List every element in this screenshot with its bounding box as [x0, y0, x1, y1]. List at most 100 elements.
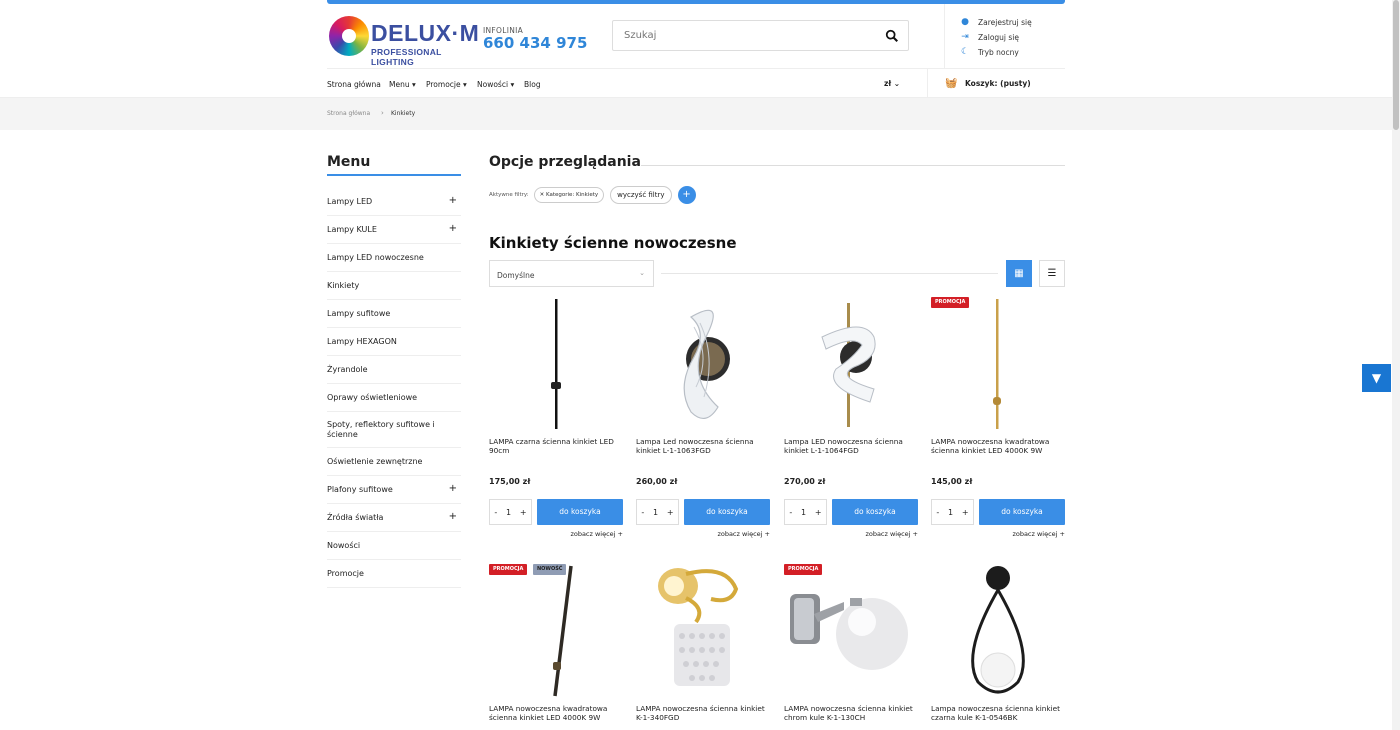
sort-value: Domyślne [497, 271, 535, 280]
qty-value[interactable]: 1 [801, 508, 806, 517]
breadcrumb-home[interactable]: Strona główna [327, 110, 370, 117]
product-price: 175,00 zł [489, 477, 531, 486]
qty-minus-button[interactable]: - [789, 508, 792, 517]
add-to-cart-button[interactable]: do koszyka [684, 499, 770, 525]
product-name[interactable]: LAMPA nowoczesna ścienna kinkiet K-1-340… [636, 704, 770, 722]
sidebar-item-lampy-sufitowe[interactable]: Lampy sufitowe [327, 300, 461, 328]
cart-button[interactable]: 🧺 Koszyk: (pusty) [927, 69, 1065, 97]
add-to-cart-button[interactable]: do koszyka [979, 499, 1065, 525]
scrollbar[interactable] [1392, 0, 1400, 730]
qty-minus-button[interactable]: - [494, 508, 497, 517]
divider [661, 273, 998, 274]
qty-value[interactable]: 1 [948, 508, 953, 517]
product-name[interactable]: Lampa Led nowoczesna ścienna kinkiet L-1… [636, 437, 770, 455]
product-name[interactable]: LAMPA czarna ścienna kinkiet LED 90cm [489, 437, 623, 455]
chevron-down-icon: ⌄ [639, 269, 645, 277]
sidebar-item-lampy-led[interactable]: Lampy LED + [327, 188, 461, 216]
qty-value[interactable]: 1 [653, 508, 658, 517]
logo[interactable]: DELUX·M PROFESSIONAL LIGHTING [327, 16, 479, 67]
product-name[interactable]: LAMPA nowoczesna kwadratowa ścienna kink… [489, 704, 623, 722]
sort-select[interactable]: Domyślne ⌄ [489, 260, 654, 287]
add-filter-button[interactable]: + [677, 186, 696, 204]
nav-home[interactable]: Strona główna [327, 80, 381, 89]
quantity-stepper[interactable]: -1 + [931, 499, 974, 525]
nav-promocje[interactable]: Promocje ▾ [426, 80, 467, 89]
divider [641, 165, 1065, 166]
see-more-link[interactable]: zobacz więcej + [570, 530, 623, 538]
hotline-phone[interactable]: 660 434 975 [483, 34, 587, 52]
sidebar-item-lampy-kule[interactable]: Lampy KULE + [327, 216, 461, 244]
product-image[interactable] [784, 297, 918, 431]
see-more-link[interactable]: zobacz więcej + [865, 530, 918, 538]
sidebar-item-oswietlenie-zewnetrzne[interactable]: Oświetlenie zewnętrzne [327, 448, 461, 476]
see-more-link[interactable]: zobacz więcej + [1012, 530, 1065, 538]
product-image[interactable] [931, 564, 1065, 698]
sidebar-item-kinkiety[interactable]: Kinkiety [327, 272, 461, 300]
logo-tagline: PROFESSIONAL LIGHTING [371, 47, 442, 67]
sidebar-item-nowosci[interactable]: Nowości [327, 532, 461, 560]
qty-minus-button[interactable]: - [641, 508, 644, 517]
sidebar-item-plafony[interactable]: Plafony sufitowe + [327, 476, 461, 504]
qty-plus-button[interactable]: + [962, 508, 969, 517]
clear-filters-button[interactable]: wyczyść filtry [610, 186, 672, 204]
add-to-cart-button[interactable]: do koszyka [537, 499, 623, 525]
nav-nowosci[interactable]: Nowości ▾ [477, 80, 514, 89]
product-name[interactable]: LAMPA nowoczesna kwadratowa ścienna kink… [931, 437, 1065, 455]
qty-minus-button[interactable]: - [936, 508, 939, 517]
filter-chip[interactable]: ✕ Kategorie: Kinkiety [533, 187, 605, 203]
product-name[interactable]: Lampa nowoczesna ścienna kinkiet czarna … [931, 704, 1065, 722]
sidebar-item-spoty[interactable]: Spoty, reflektory sufitowe i ścienne [327, 412, 461, 448]
plus-icon[interactable]: + [449, 195, 457, 206]
plus-icon[interactable]: + [449, 223, 457, 234]
plus-icon[interactable]: + [449, 511, 457, 522]
main-content: Opcje przeglądania Aktywne filtry: ✕ Kat… [489, 150, 1065, 722]
login-link[interactable]: ⇥ Zaloguj się [959, 31, 1019, 43]
list-view-button[interactable]: ☰ [1039, 260, 1065, 287]
quantity-stepper[interactable]: -1 + [784, 499, 827, 525]
quantity-stepper[interactable]: -1 + [636, 499, 679, 525]
night-mode-toggle[interactable]: ☾ Tryb nocny [959, 46, 1019, 58]
product-name[interactable]: LAMPA nowoczesna ścienna kinkiet chrom k… [784, 704, 918, 722]
night-mode-label: Tryb nocny [978, 47, 1019, 57]
product-image[interactable] [489, 297, 623, 431]
qty-value[interactable]: 1 [506, 508, 511, 517]
moon-icon: ☾ [960, 47, 970, 57]
currency-select[interactable]: zł ⌄ [884, 79, 900, 88]
basket-icon: 🧺 [945, 78, 958, 89]
product-price: 270,00 zł [784, 477, 826, 486]
product-name[interactable]: Lampa LED nowoczesna ścienna kinkiet L-1… [784, 437, 918, 455]
search-input[interactable] [613, 21, 863, 50]
sidebar-item-lampy-led-nowoczesne[interactable]: Lampy LED nowoczesne [327, 244, 461, 272]
add-to-cart-button[interactable]: do koszyka [832, 499, 918, 525]
sidebar-item-label: Lampy LED [327, 197, 373, 206]
scrollbar-thumb[interactable] [1393, 0, 1399, 130]
sidebar-item-oprawy[interactable]: Oprawy oświetleniowe [327, 384, 461, 412]
filter-toggle-button[interactable]: ▼ [1362, 364, 1391, 392]
product-image[interactable]: PROMOCJA [931, 297, 1065, 431]
chevron-down-icon: ▾ [463, 80, 467, 89]
quantity-stepper[interactable]: -1 + [489, 499, 532, 525]
sidebar-item-zyrandole[interactable]: Żyrandole [327, 356, 461, 384]
sidebar-item-promocje[interactable]: Promocje [327, 560, 461, 588]
product-image[interactable] [636, 297, 770, 431]
nav-menu[interactable]: Menu ▾ [389, 80, 416, 89]
sidebar-item-label: Żyrandole [327, 365, 368, 374]
sidebar-item-zrodla-swiatla[interactable]: Źródła światła + [327, 504, 461, 532]
see-more-link[interactable]: zobacz więcej + [717, 530, 770, 538]
close-icon[interactable]: ✕ [540, 192, 545, 198]
register-label: Zarejestruj się [978, 17, 1032, 27]
qty-plus-button[interactable]: + [815, 508, 822, 517]
product-image[interactable]: PROMOCJA [784, 564, 918, 698]
search-icon[interactable] [885, 29, 899, 43]
nav-blog[interactable]: Blog [524, 80, 541, 89]
qty-plus-button[interactable]: + [520, 508, 527, 517]
logo-brand: DELUX·M [371, 20, 480, 46]
sort-row: Domyślne ⌄ ▦ ☰ [489, 260, 1065, 287]
grid-view-button[interactable]: ▦ [1006, 260, 1032, 287]
product-image[interactable] [636, 564, 770, 698]
qty-plus-button[interactable]: + [667, 508, 674, 517]
plus-icon[interactable]: + [449, 483, 457, 494]
register-link[interactable]: ● Zarejestruj się [959, 16, 1032, 28]
product-image[interactable]: PROMOCJA NOWOŚĆ [489, 564, 623, 698]
sidebar-item-lampy-hexagon[interactable]: Lampy HEXAGON [327, 328, 461, 356]
